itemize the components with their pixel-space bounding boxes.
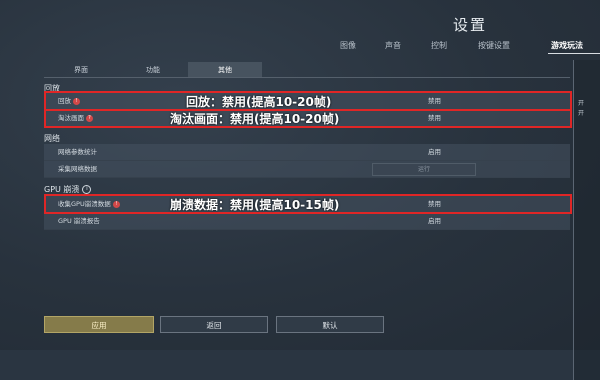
right-edge-panel: 开 开 [573,60,600,380]
run-button[interactable]: 运行 [372,163,476,176]
tab-graphics[interactable]: 图像 [340,40,356,51]
annotation-text-replay: 回放：禁用(提高10-20帧) [186,95,332,109]
apply-button[interactable]: 应用 [44,316,154,333]
setting-row-gpu-crash-report[interactable]: GPU 崩溃报告 启用 [44,213,570,230]
page-title: 设置 [452,16,487,34]
subtab-features[interactable]: 功能 [116,62,190,78]
back-button[interactable]: 返回 [160,316,268,333]
subtab-other[interactable]: 其他 [188,62,262,78]
tab-keybinds[interactable]: 按键设置 [478,40,510,51]
setting-row-network-stats[interactable]: 网络参数统计 启用 [44,144,570,161]
setting-row-collect-network-data: 采集网络数据 运行 [44,161,570,178]
edge-text-2: 开 [578,110,585,117]
subtab-interface[interactable]: 界面 [44,62,118,78]
sub-tab-bar: 界面 功能 其他 [44,62,570,78]
active-tab-underline [548,53,600,54]
tab-controls[interactable]: 控制 [431,40,447,51]
annotation-text-elimination: 淘汰画面：禁用(提高10-20帧) [170,112,340,126]
default-button[interactable]: 默认 [276,316,384,333]
setting-label: GPU 崩溃报告 [58,217,100,225]
setting-value[interactable]: 启用 [428,144,441,160]
info-icon[interactable]: i [82,185,92,194]
tab-gameplay[interactable]: 游戏玩法 [551,40,583,51]
sub-tab-divider [44,77,570,78]
section-title-network: 网络 [44,134,60,143]
edge-text-1: 开 [578,100,585,107]
setting-label: 网络参数统计 [58,148,97,156]
tab-sound[interactable]: 声音 [385,40,401,51]
setting-label: 采集网络数据 [58,165,97,173]
annotation-text-gpu: 崩溃数据：禁用(提高10-15帧) [170,198,340,212]
setting-value[interactable]: 启用 [428,213,441,229]
